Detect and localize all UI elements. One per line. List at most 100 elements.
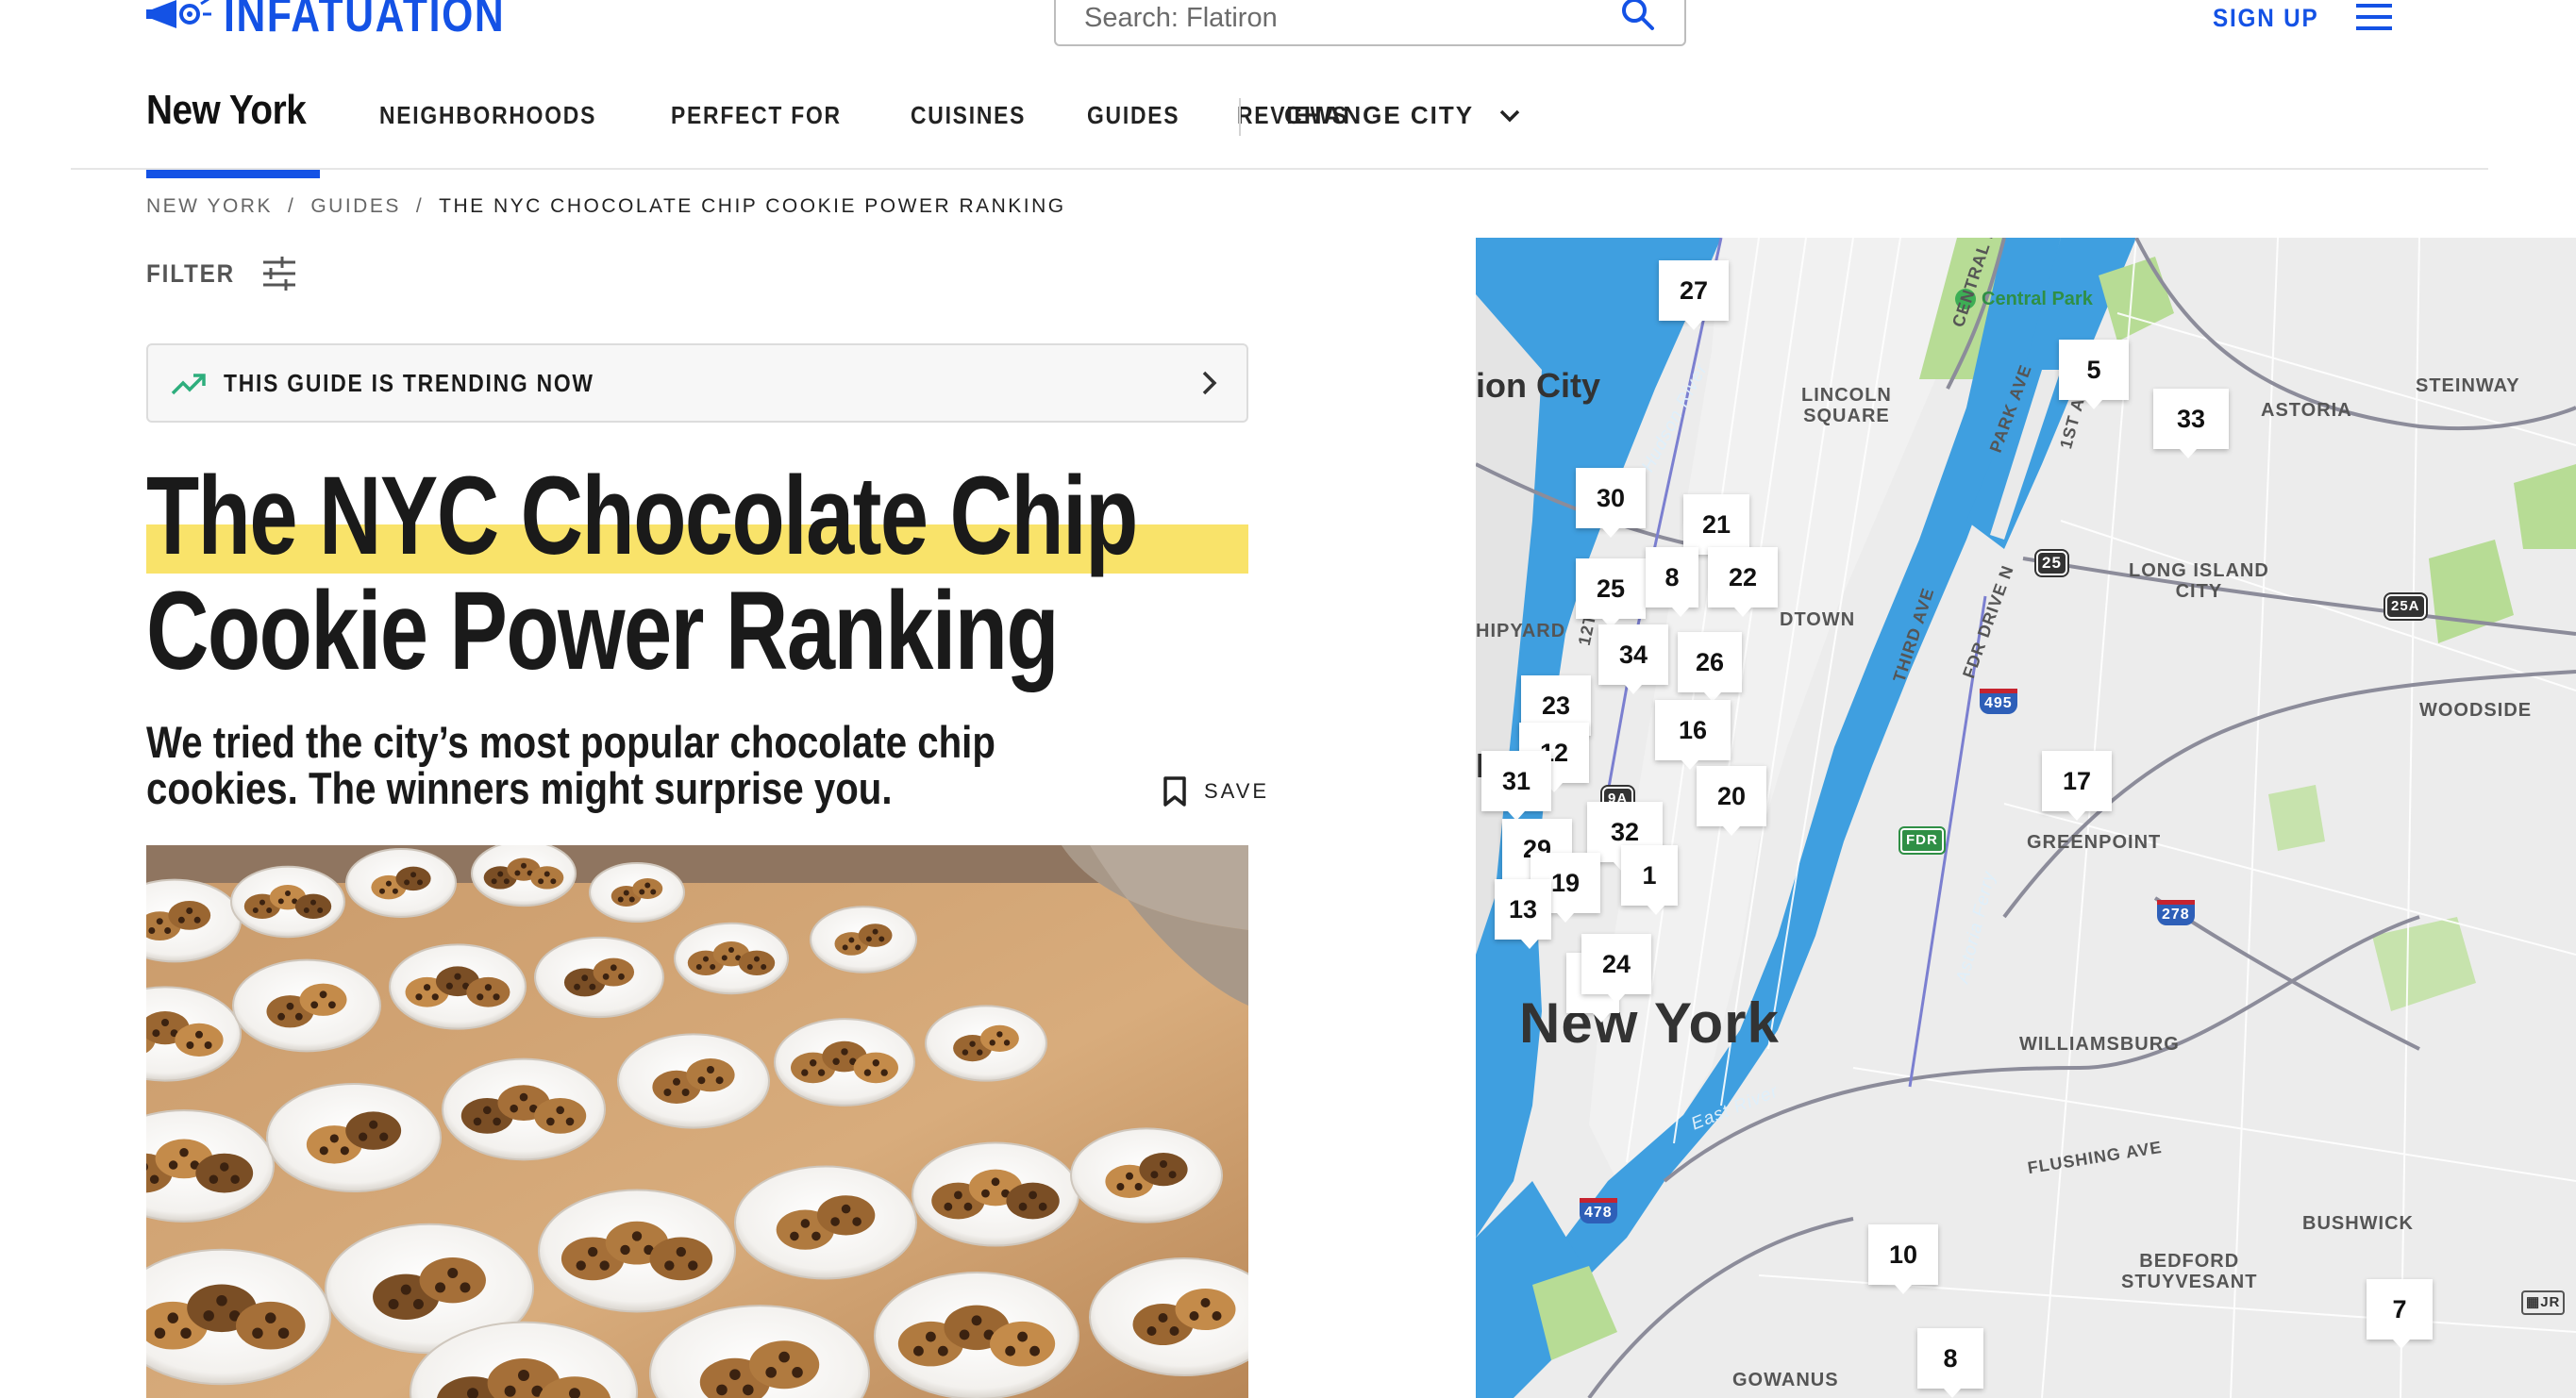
breadcrumb-new-york[interactable]: NEW YORK xyxy=(146,195,273,218)
trending-banner[interactable]: THIS GUIDE IS TRENDING NOW xyxy=(146,343,1248,423)
route-shield-fdr: FDR xyxy=(1899,826,1946,855)
filter-label: FILTER xyxy=(146,258,236,288)
map-pin-8-brooklyn[interactable]: 8 xyxy=(1917,1328,1983,1398)
map-pin-27[interactable]: 27 xyxy=(1659,260,1729,330)
map-pin-25[interactable]: 25 xyxy=(1576,558,1646,628)
chocolate-chip xyxy=(872,1059,879,1067)
breadcrumb-guides[interactable]: GUIDES xyxy=(310,195,401,218)
search-box[interactable] xyxy=(1054,0,1686,46)
chocolate-chip xyxy=(497,871,504,877)
nav-guides[interactable]: GUIDES xyxy=(1087,101,1179,130)
map-pin-33[interactable]: 33 xyxy=(2153,389,2229,458)
chocolate-chip xyxy=(746,964,753,970)
chocolate-chip xyxy=(447,1268,459,1278)
save-label: SAVE xyxy=(1204,779,1270,803)
chocolate-chip xyxy=(664,1260,675,1271)
map-pin-7[interactable]: 7 xyxy=(2367,1279,2433,1349)
chocolate-chip xyxy=(503,878,510,885)
map-pin-10[interactable]: 10 xyxy=(1868,1224,1938,1294)
sign-up-link[interactable]: SIGN UP xyxy=(2213,4,2319,33)
chocolate-chip xyxy=(707,1066,714,1073)
map-label-steinway: STEINWAY xyxy=(2416,375,2520,396)
map-pin-22[interactable]: 22 xyxy=(1708,547,1778,617)
chocolate-chip xyxy=(400,1284,411,1295)
nav-perfect-for[interactable]: PERFECT FOR xyxy=(671,101,842,130)
map-pin-1[interactable]: 1 xyxy=(1621,845,1678,915)
search-icon[interactable] xyxy=(1620,0,1656,32)
breadcrumb-current: THE NYC CHOCOLATE CHIP COOKIE POWER RANK… xyxy=(439,195,1066,217)
chocolate-chip xyxy=(1126,1172,1133,1180)
chocolate-chip xyxy=(599,1260,610,1271)
chocolate-chip xyxy=(152,1029,160,1038)
chocolate-chip xyxy=(855,944,861,951)
change-city-dropdown[interactable]: CHANGE CITY xyxy=(1284,101,1521,130)
chocolate-chip xyxy=(277,1327,290,1339)
chocolate-chip xyxy=(962,1049,969,1056)
chocolate-chip xyxy=(220,1162,229,1172)
chocolate-chip xyxy=(379,1132,389,1141)
chocolate-chip xyxy=(521,862,527,869)
interstate-shield-495: 495 xyxy=(1980,689,2017,714)
map-pin-13[interactable]: 13 xyxy=(1495,879,1551,949)
save-button[interactable]: SAVE xyxy=(1163,775,1269,807)
hamburger-menu-icon[interactable] xyxy=(2356,4,2392,32)
chocolate-chip xyxy=(639,889,645,895)
active-tab-underline xyxy=(146,170,320,178)
nav-neighborhoods[interactable]: NEIGHBORHOODS xyxy=(379,101,596,130)
map-pin-31[interactable]: 31 xyxy=(1481,751,1551,821)
megaphone-logo-icon xyxy=(146,0,211,28)
map-pin-17[interactable]: 17 xyxy=(2042,751,2112,821)
chocolate-chip xyxy=(193,916,201,924)
map-pin-26[interactable]: 26 xyxy=(1678,632,1742,702)
chocolate-chip xyxy=(1169,1326,1179,1336)
chocolate-chip xyxy=(310,1001,319,1009)
chocolate-chip xyxy=(688,1260,698,1271)
map-pin-34[interactable]: 34 xyxy=(1598,624,1668,694)
chocolate-chip xyxy=(673,1077,680,1086)
chocolate-chip xyxy=(1029,1345,1040,1356)
nav-cuisines[interactable]: CUISINES xyxy=(911,101,1026,130)
logo[interactable]: INFATUATION xyxy=(146,0,567,43)
chocolate-chip xyxy=(417,879,424,886)
logo-text: INFATUATION xyxy=(224,0,506,42)
map-label-midtown: DTOWN xyxy=(1780,609,1856,630)
main-nav: NEIGHBORHOODS PERFECT FOR CUISINES GUIDE… xyxy=(379,101,1409,130)
city-tab[interactable]: New York xyxy=(146,87,307,134)
cookie xyxy=(299,983,347,1016)
subtitle-line-2: cookies. The winners might surprise you. xyxy=(146,763,893,813)
cookie xyxy=(419,1257,486,1304)
chocolate-chip xyxy=(620,1244,630,1256)
map-pin-21[interactable]: 21 xyxy=(1683,494,1749,564)
chocolate-chip xyxy=(203,1310,214,1322)
map-pin-24[interactable]: 24 xyxy=(1581,934,1651,1004)
map-pin-8[interactable]: 8 xyxy=(1646,547,1698,617)
map-pin-16[interactable]: 16 xyxy=(1655,700,1731,770)
chocolate-chip xyxy=(817,1069,826,1076)
chocolate-chip xyxy=(1134,1183,1143,1190)
chocolate-chip xyxy=(830,1217,840,1226)
cookie xyxy=(175,1023,224,1057)
page-title: The NYC Chocolate Chip Cookie Power Rank… xyxy=(146,458,1248,689)
search-input[interactable] xyxy=(1084,0,1613,44)
chocolate-chip xyxy=(148,927,156,934)
map[interactable]: New York ion City ken HIPYARD LINCOLN SQ… xyxy=(1476,238,2576,1398)
chocolate-chip xyxy=(565,1117,575,1126)
chocolate-chip xyxy=(716,1384,728,1396)
chocolate-chip xyxy=(989,1040,995,1046)
chocolate-chip xyxy=(156,918,163,925)
chocolate-chip xyxy=(277,898,284,905)
hero-image xyxy=(146,845,1248,1398)
chocolate-chip xyxy=(602,973,610,980)
chocolate-chip xyxy=(937,1345,948,1356)
chocolate-chip xyxy=(913,1345,924,1356)
map-pin-5[interactable]: 5 xyxy=(2059,340,2129,409)
map-label-williamsburg: WILLIAMSBURG xyxy=(2019,1034,2180,1055)
cookie xyxy=(990,1321,1056,1367)
chocolate-chip xyxy=(410,872,417,878)
chocolate-chip xyxy=(167,1312,178,1323)
map-pin-20[interactable]: 20 xyxy=(1697,766,1766,836)
filter-button[interactable]: FILTER xyxy=(146,257,297,291)
map-pin-30[interactable]: 30 xyxy=(1576,468,1646,538)
cookie xyxy=(593,957,635,987)
chocolate-chip xyxy=(944,1202,953,1211)
